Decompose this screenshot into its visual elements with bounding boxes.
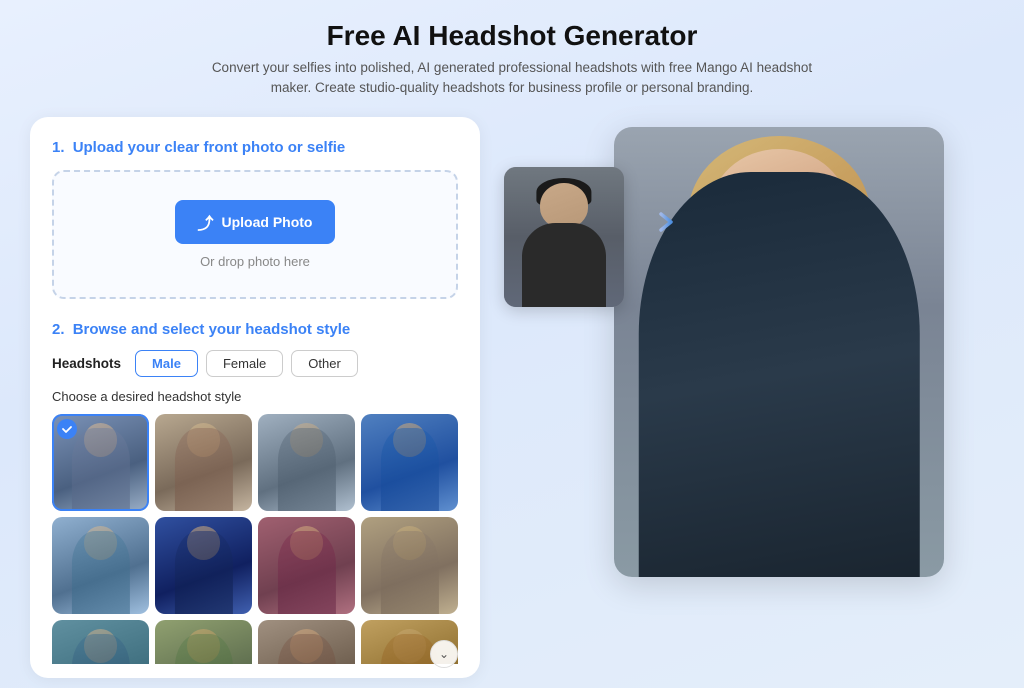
transform-arrow bbox=[619, 207, 679, 242]
filter-row: Headshots Male Female Other bbox=[52, 350, 458, 377]
result-image-area bbox=[504, 127, 994, 577]
chevron-down-icon: ⌄ bbox=[439, 647, 449, 661]
filter-label: Headshots bbox=[52, 356, 121, 371]
headshot-thumb-6[interactable] bbox=[155, 517, 252, 614]
result-figure bbox=[639, 172, 920, 577]
step2-number: 2. bbox=[52, 321, 65, 338]
filter-other-button[interactable]: Other bbox=[291, 350, 358, 377]
upload-photo-button[interactable]: ⤴ Upload Photo bbox=[175, 200, 334, 244]
selected-check-badge bbox=[57, 419, 77, 439]
upload-icon: ⤴ bbox=[197, 210, 213, 234]
before-thumb-face bbox=[540, 183, 588, 228]
step1-text: Upload your clear front photo or selfie bbox=[73, 139, 346, 156]
page-header: Free AI Headshot Generator Convert your … bbox=[30, 20, 994, 99]
step1-title: 1. Upload your clear front photo or self… bbox=[52, 139, 458, 156]
result-headshot-image bbox=[614, 127, 944, 577]
filter-male-button[interactable]: Male bbox=[135, 350, 198, 377]
headshot-thumb-11[interactable] bbox=[258, 620, 355, 664]
headshot-thumb-9[interactable] bbox=[52, 620, 149, 664]
filter-female-button[interactable]: Female bbox=[206, 350, 283, 377]
main-content: 1. Upload your clear front photo or self… bbox=[30, 117, 994, 678]
headshot-thumb-4[interactable] bbox=[361, 414, 458, 511]
step2-text: Browse and select your headshot style bbox=[73, 321, 351, 338]
page-subtitle: Convert your selfies into polished, AI g… bbox=[192, 58, 832, 99]
page-title: Free AI Headshot Generator bbox=[30, 20, 994, 52]
headshot-thumb-1[interactable] bbox=[52, 414, 149, 511]
headshot-thumb-10[interactable] bbox=[155, 620, 252, 664]
headshot-thumb-8[interactable] bbox=[361, 517, 458, 614]
step2-title: 2. Browse and select your headshot style bbox=[52, 321, 458, 338]
step1-number: 1. bbox=[52, 139, 65, 156]
drop-hint: Or drop photo here bbox=[200, 254, 310, 269]
choose-style-label: Choose a desired headshot style bbox=[52, 389, 458, 404]
headshot-grid-wrap: ⌄ bbox=[52, 414, 458, 664]
before-thumb-figure bbox=[522, 223, 606, 307]
headshot-thumb-2[interactable] bbox=[155, 414, 252, 511]
headshot-thumb-5[interactable] bbox=[52, 517, 149, 614]
left-panel: 1. Upload your clear front photo or self… bbox=[30, 117, 480, 678]
headshot-thumb-7[interactable] bbox=[258, 517, 355, 614]
page-wrapper: Free AI Headshot Generator Convert your … bbox=[0, 0, 1024, 688]
upload-area: ⤴ Upload Photo Or drop photo here bbox=[52, 170, 458, 299]
before-photo-thumb bbox=[504, 167, 624, 307]
headshot-thumb-3[interactable] bbox=[258, 414, 355, 511]
upload-btn-label: Upload Photo bbox=[222, 214, 313, 230]
headshot-grid bbox=[52, 414, 458, 664]
right-panel bbox=[504, 117, 994, 587]
